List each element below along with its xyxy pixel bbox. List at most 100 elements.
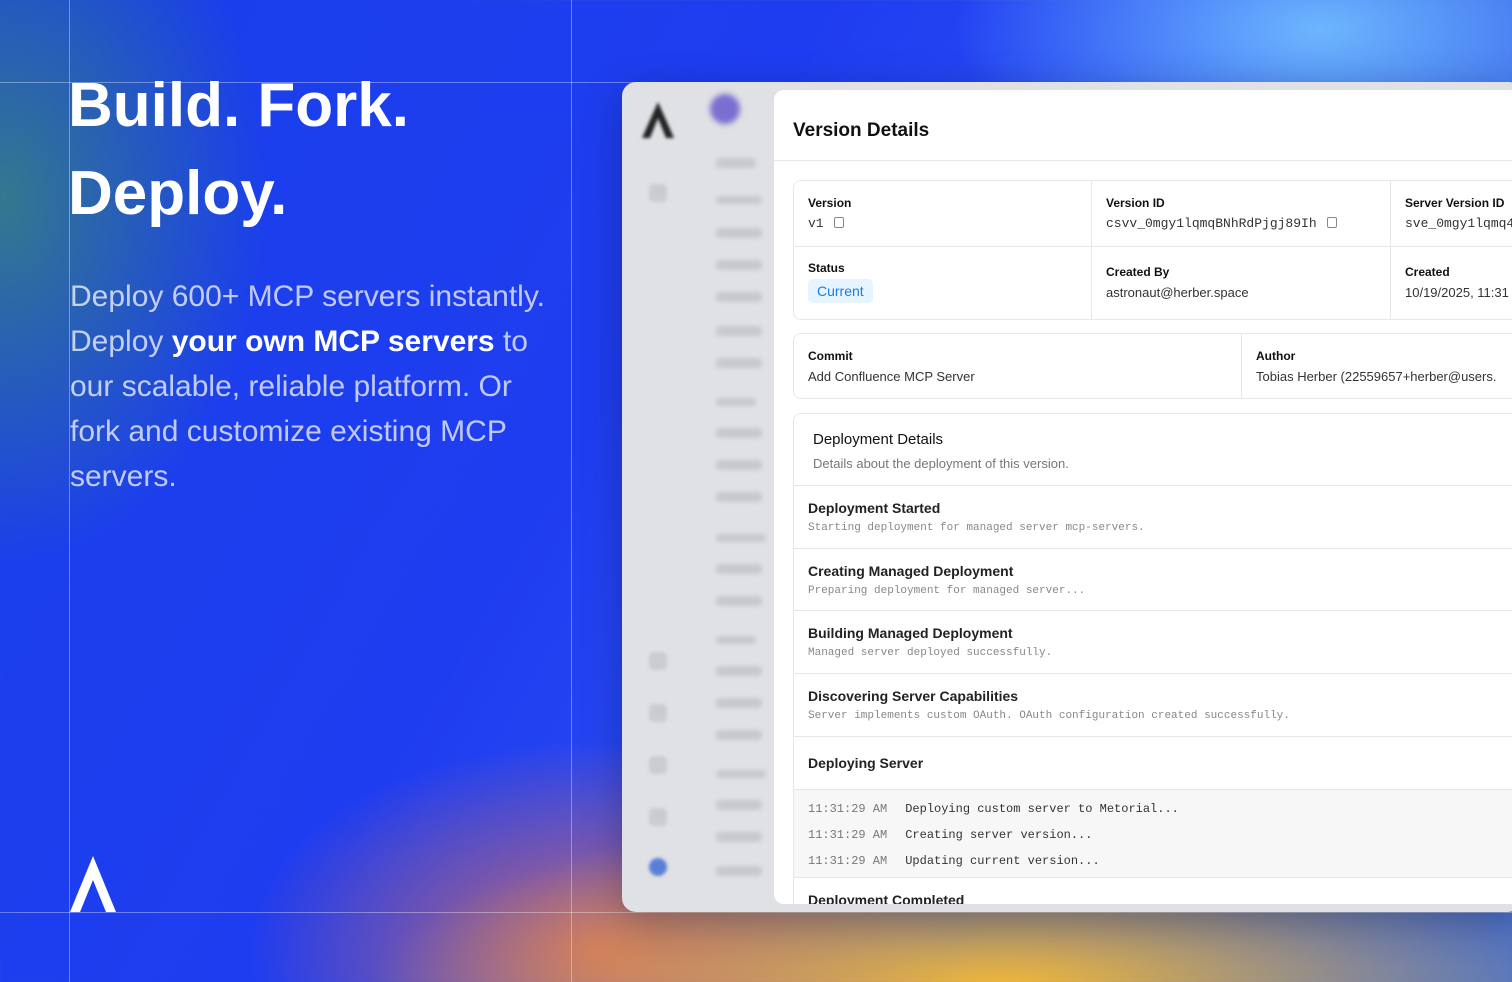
step-discovering-capabilities: Discovering Server Capabilities Server i… xyxy=(808,688,1290,722)
divider xyxy=(1390,181,1391,319)
home-icon[interactable] xyxy=(649,184,667,202)
step-description: Starting deployment for managed server m… xyxy=(808,522,1145,534)
sidebar-item[interactable] xyxy=(716,260,762,270)
log-line: 11:31:29 AM Creating server version... xyxy=(808,828,1092,842)
sidebar xyxy=(696,82,776,912)
headline-line-2: Deploy. xyxy=(68,159,288,228)
sidebar-item[interactable] xyxy=(716,730,762,740)
log-time: 11:31:29 AM xyxy=(808,828,888,842)
log-line: 11:31:29 AM Updating current version... xyxy=(808,854,1100,868)
author-label: Author xyxy=(1256,349,1296,363)
sidebar-item[interactable] xyxy=(716,866,762,876)
log-message: Deploying custom server to Metorial... xyxy=(905,802,1179,816)
log-time: 11:31:29 AM xyxy=(808,854,888,868)
sidebar-item[interactable] xyxy=(716,428,762,438)
divider xyxy=(1091,181,1092,319)
divider xyxy=(794,673,1512,674)
version-label: Version xyxy=(808,196,852,210)
step-deploying-server: Deploying Server xyxy=(808,755,923,771)
deployment-header: Deployment Details Details about the dep… xyxy=(813,431,1069,471)
divider xyxy=(794,877,1512,878)
sidebar-item[interactable] xyxy=(716,492,762,502)
deployment-title: Deployment Details xyxy=(813,431,944,448)
sidebar-item[interactable] xyxy=(716,158,756,168)
created-label: Created xyxy=(1405,265,1450,279)
metorial-logo-icon xyxy=(70,856,116,912)
help-icon[interactable] xyxy=(649,652,667,670)
subtitle-bold: your own MCP servers xyxy=(171,325,495,358)
version-id-cell: Version ID csvv_0mgy1lqmqBNhRdPjgj89Ih xyxy=(1106,196,1337,231)
log-message: Updating current version... xyxy=(905,854,1100,868)
sidebar-item[interactable] xyxy=(716,666,762,676)
deployment-details-card: Deployment Details Details about the dep… xyxy=(793,413,1512,904)
sidebar-item[interactable] xyxy=(716,460,762,470)
step-creating-managed-deployment: Creating Managed Deployment Preparing de… xyxy=(808,563,1085,597)
divider xyxy=(1241,334,1242,398)
guide-line-horizontal-bottom xyxy=(0,912,1512,913)
divider xyxy=(794,548,1512,549)
step-description: Server implements custom OAuth. OAuth co… xyxy=(808,710,1290,722)
log-line: 11:31:29 AM Deploying custom server to Me… xyxy=(808,802,1179,816)
sidebar-item[interactable] xyxy=(716,326,762,336)
sidebar-item[interactable] xyxy=(716,596,762,606)
created-cell: Created 10/19/2025, 11:31 xyxy=(1405,265,1509,300)
sidebar-item[interactable] xyxy=(716,228,762,238)
version-info-card: Version v1 Version ID csvv_0mgy1lqmqBNhR… xyxy=(793,180,1512,320)
divider xyxy=(794,610,1512,611)
status-cell: Status Current xyxy=(808,261,873,303)
version-id-label: Version ID xyxy=(1106,196,1165,210)
chat-icon[interactable] xyxy=(649,808,667,826)
step-title: Deployment Started xyxy=(808,500,941,516)
copy-icon[interactable] xyxy=(1326,217,1337,228)
settings-icon[interactable] xyxy=(649,704,667,722)
created-by-cell: Created By astronaut@herber.space xyxy=(1106,265,1249,300)
commit-value: Add Confluence MCP Server xyxy=(808,369,975,384)
sidebar-section xyxy=(716,636,756,644)
sidebar-item[interactable] xyxy=(716,358,762,368)
version-details-panel: Version Details Version v1 Version ID cs… xyxy=(774,90,1512,904)
divider xyxy=(794,736,1512,737)
step-description: Managed server deployed successfully. xyxy=(808,647,1053,659)
deployment-subtitle: Details about the deployment of this ver… xyxy=(813,456,1069,471)
version-cell: Version v1 xyxy=(808,196,851,231)
version-text: v1 xyxy=(808,216,824,231)
commit-card: Commit Add Confluence MCP Server Author … xyxy=(793,333,1512,399)
divider xyxy=(794,485,1512,486)
author-value: Tobias Herber (22559657+herber@users. xyxy=(1256,369,1497,384)
step-deployment-started: Deployment Started Starting deployment f… xyxy=(808,500,1145,534)
app-logo-icon[interactable] xyxy=(642,102,674,138)
headline-line-1: Build. Fork. xyxy=(68,71,409,140)
server-version-id-value: sve_0mgy1lqmq4 xyxy=(1405,216,1512,231)
sidebar-item[interactable] xyxy=(716,800,762,810)
step-title: Creating Managed Deployment xyxy=(808,563,1014,579)
avatar[interactable] xyxy=(649,858,667,876)
step-title: Discovering Server Capabilities xyxy=(808,688,1019,704)
deploy-log: 11:31:29 AM Deploying custom server to Me… xyxy=(794,789,1512,878)
hero-subtitle: Deploy 600+ MCP servers instantly. Deplo… xyxy=(70,274,560,499)
commit-label: Commit xyxy=(808,349,853,363)
sidebar-section xyxy=(716,398,756,406)
app-window: Version Details Version v1 Version ID cs… xyxy=(622,82,1512,912)
created-by-value: astronaut@herber.space xyxy=(1106,285,1249,300)
sidebar-section xyxy=(716,770,766,778)
sidebar-item[interactable] xyxy=(716,564,762,574)
step-deployment-completed: Deployment Completed xyxy=(808,892,964,904)
author-cell: Author Tobias Herber (22559657+herber@us… xyxy=(1256,349,1496,384)
step-title: Deployment Completed xyxy=(808,892,965,904)
sidebar-item[interactable] xyxy=(716,698,762,708)
step-building-managed-deployment: Building Managed Deployment Managed serv… xyxy=(808,625,1052,659)
created-by-label: Created By xyxy=(1106,265,1170,279)
sidebar-section xyxy=(716,196,762,204)
version-id-value: csvv_0mgy1lqmqBNhRdPjgj89Ih xyxy=(1106,216,1337,231)
sidebar-item[interactable] xyxy=(716,292,762,302)
version-value: v1 xyxy=(808,216,851,231)
log-message: Creating server version... xyxy=(905,828,1093,842)
workspace-avatar[interactable] xyxy=(710,94,740,124)
sidebar-section xyxy=(716,534,766,542)
step-description: Preparing deployment for managed server.… xyxy=(808,585,1086,597)
copy-icon[interactable] xyxy=(833,217,844,228)
sidebar-item[interactable] xyxy=(716,832,762,842)
commit-cell: Commit Add Confluence MCP Server xyxy=(808,349,975,384)
status-badge: Current xyxy=(808,279,873,303)
docs-icon[interactable] xyxy=(649,756,667,774)
